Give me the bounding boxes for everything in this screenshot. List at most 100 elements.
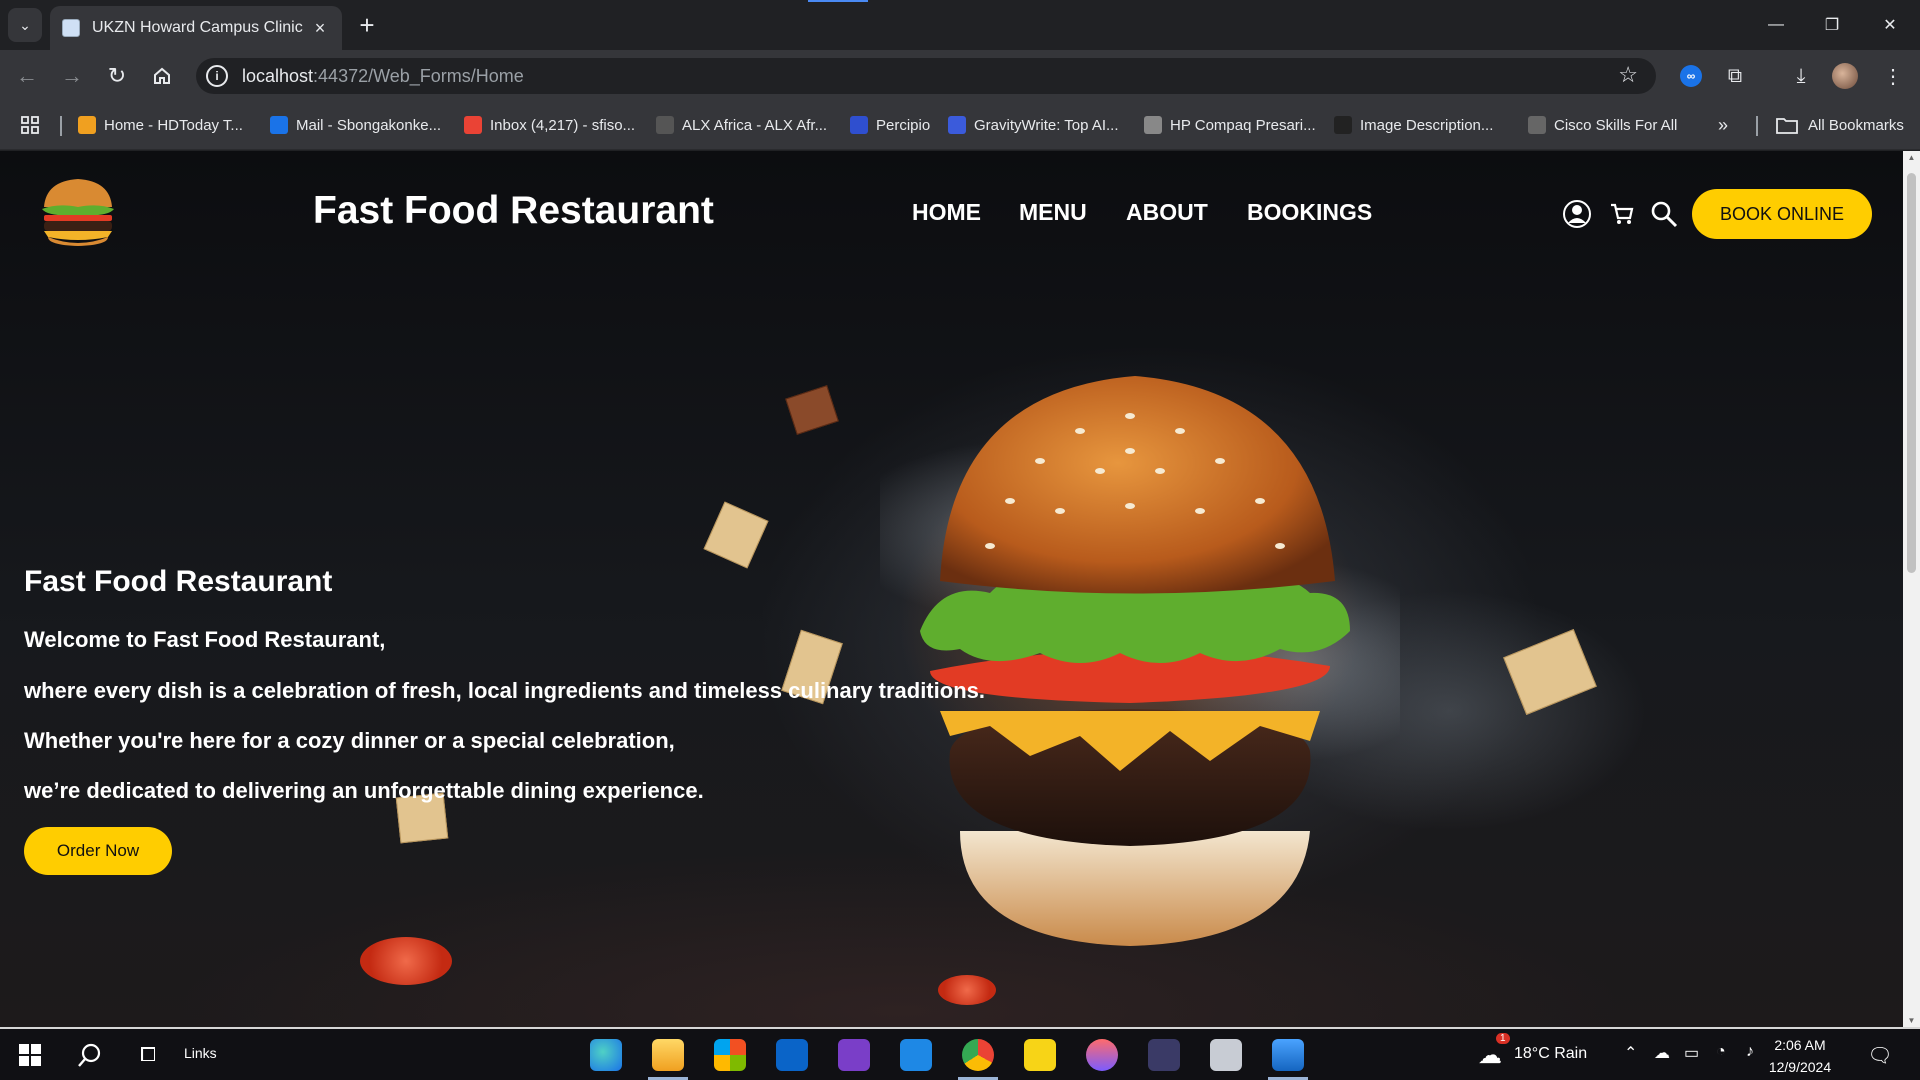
apps-button[interactable] [20,114,40,136]
notifications-button[interactable]: 🗨 [1860,1037,1900,1073]
minimize-button[interactable]: — [1748,0,1804,50]
bookmark-item[interactable]: ALX Africa - ALX Afr... [656,114,827,136]
tab-search-button[interactable]: ⌄ [8,8,42,42]
all-bookmarks-label: All Bookmarks [1808,116,1904,134]
downloads-button[interactable]: ⤓ [1788,63,1814,89]
remote-desktop-icon[interactable] [1210,1039,1242,1071]
browser-menu-button[interactable]: ⋮ [1880,63,1906,89]
book-online-button[interactable]: BOOK ONLINE [1692,189,1872,239]
close-window-button[interactable]: ✕ [1862,0,1918,50]
bookmark-label: Cisco Skills For All [1554,116,1678,134]
bookmark-item[interactable]: Mail - Sbongakonke... [270,114,441,136]
chevron-up-icon[interactable]: ⌃ [1624,1043,1637,1063]
nav-home[interactable]: HOME [912,199,981,226]
close-tab-icon[interactable]: × [310,18,330,39]
weather-text[interactable]: 18°C Rain [1514,1045,1587,1063]
nav-about[interactable]: ABOUT [1126,199,1208,226]
bookmark-item[interactable]: GravityWrite: Top AI... [948,114,1119,136]
apps-grid-icon [21,116,39,134]
bookmark-item[interactable]: Image Description... [1334,114,1493,136]
cloud-sync-icon[interactable]: ☁ [1654,1043,1670,1063]
bookmarks-bar: Home - HDToday T... Mail - Sbongakonke...… [0,100,1920,150]
system-clock[interactable]: 2:06 AM 12/9/2024 [1750,1034,1850,1078]
profile-button[interactable] [1832,63,1858,89]
forward-button[interactable]: → [57,61,87,91]
bookmark-label: Inbox (4,217) - sfiso... [490,116,636,134]
battery-icon[interactable]: ▭ [1684,1043,1699,1063]
bookmark-label: Mail - Sbongakonke... [296,116,442,134]
visual-studio-icon[interactable] [838,1039,870,1071]
hd-icon [78,116,96,134]
bookmark-item[interactable]: Home - HDToday T... [78,114,243,136]
snipping-tool-icon[interactable] [1148,1039,1180,1071]
extensions-menu-button[interactable]: ⧉ [1722,63,1748,89]
links-toolbar[interactable]: Links [184,1045,217,1061]
bookmark-item[interactable]: Inbox (4,217) - sfiso... [464,114,635,136]
browser-titlebar: ⌄ UKZN Howard Campus Clinic × + — ❐ ✕ [0,0,1920,50]
bookmark-item[interactable]: Percipio [850,114,930,136]
crouton-image [785,385,839,435]
clock-time: 2:06 AM [1774,1037,1826,1053]
bookmark-label: Percipio [876,116,931,134]
bookmark-label: Image Description... [1360,116,1494,134]
puzzle-icon: ⧉ [1727,64,1743,87]
search-button[interactable] [70,1037,110,1073]
globe-icon [1144,116,1162,134]
url-host: localhost [242,66,314,86]
account-button[interactable] [1560,197,1594,231]
order-now-button[interactable]: Order Now [24,827,172,875]
crouton-image [703,501,769,569]
reload-button[interactable]: ↻ [102,61,132,91]
search-icon [1651,201,1678,228]
store-icon[interactable] [714,1039,746,1071]
edge-icon[interactable] [590,1039,622,1071]
address-bar[interactable]: i localhost:44372/Web_Forms/Home ☆ [196,58,1656,94]
url-path: :44372/Web_Forms/Home [313,66,524,86]
all-bookmarks-button[interactable]: All Bookmarks [1776,114,1904,136]
site-title[interactable]: Fast Food Restaurant [313,189,714,233]
folder-icon [1776,118,1798,134]
sticky-notes-icon[interactable] [1024,1039,1056,1071]
user-icon [1563,200,1591,228]
restore-button[interactable]: ❐ [1804,0,1860,50]
more-bookmarks-button[interactable]: » [1718,114,1728,136]
photos-icon[interactable] [1272,1039,1304,1071]
windows-taskbar: ⧠ Links ☁ 1 18°C Rain ⌃ ☁ ▭ ◔ ♪ 2:06 AM … [0,1027,1920,1080]
windows-logo-icon [19,1044,41,1066]
cart-button[interactable] [1605,197,1639,231]
start-button[interactable] [10,1037,50,1073]
home-button[interactable] [147,61,177,91]
file-explorer-icon[interactable] [652,1039,684,1071]
nav-menu[interactable]: MENU [1019,199,1087,226]
chevron-down-icon: ⌄ [19,16,31,33]
page-scrollbar[interactable]: ▲ ▼ [1903,151,1920,1027]
chrome-icon[interactable] [962,1039,994,1071]
extension-button[interactable]: ∞ [1678,63,1704,89]
scroll-down-icon[interactable]: ▼ [1907,1016,1916,1025]
search-button[interactable] [1647,197,1681,231]
scrollbar-thumb[interactable] [1907,173,1916,573]
task-view-icon: ⧠ [140,1043,156,1066]
cart-icon [1611,203,1634,224]
paint-drop-icon[interactable] [1086,1039,1118,1071]
bookmark-item[interactable]: HP Compaq Presari... [1144,114,1316,136]
avatar [1832,63,1858,89]
hero-text-line: Welcome to Fast Food Restaurant, [24,627,386,652]
scroll-up-icon[interactable]: ▲ [1907,153,1916,162]
task-view-button[interactable]: ⧠ [128,1037,168,1073]
url-text[interactable]: localhost:44372/Web_Forms/Home [242,66,524,87]
back-button[interactable]: ← [12,61,42,91]
vscode-icon[interactable] [900,1039,932,1071]
wifi-icon[interactable]: ◔ [1716,1043,1726,1061]
nav-bookings[interactable]: BOOKINGS [1247,199,1372,226]
outlook-icon[interactable] [776,1039,808,1071]
search-icon [78,1043,101,1067]
bookmark-star-icon[interactable]: ☆ [1618,62,1638,88]
outlook-icon [270,116,288,134]
browser-tab[interactable]: UKZN Howard Campus Clinic × [50,6,342,50]
clock-date: 12/9/2024 [1768,1059,1832,1075]
new-tab-button[interactable]: + [352,10,382,40]
page-viewport: Fast Food Restaurant HOME MENU ABOUT BOO… [0,151,1903,1027]
bookmark-item[interactable]: Cisco Skills For All [1528,114,1677,136]
site-info-icon[interactable]: i [206,65,228,87]
